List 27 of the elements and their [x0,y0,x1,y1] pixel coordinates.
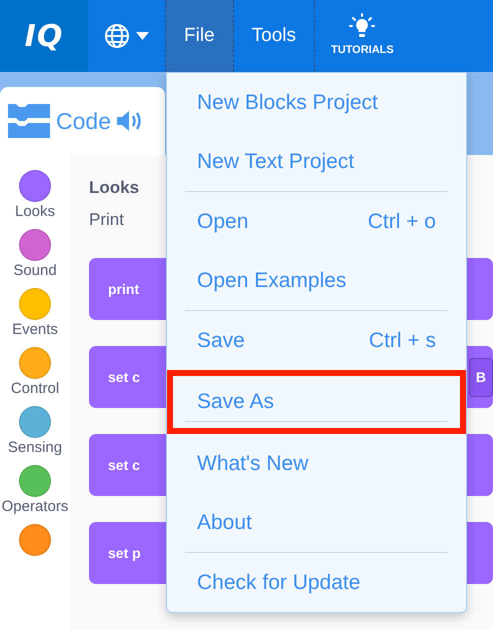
menu-item[interactable]: New Blocks Project [167,73,466,132]
globe-icon [104,23,130,49]
menu-item[interactable]: Save As [167,370,466,434]
menu-item[interactable]: Save Ctrl + s [167,310,466,370]
menu-item[interactable]: About [167,493,466,553]
category-label[interactable]: Operators [2,497,68,517]
dropdown-field[interactable]: B [468,358,493,396]
menu-item[interactable]: Check for Update [167,552,466,612]
category-label[interactable]: Sensing [8,438,62,458]
tutorials-button[interactable]: TUTORIALS [314,0,410,72]
menu-item[interactable]: Open Examples [167,251,466,311]
section-heading: Looks [89,177,140,199]
menu-tab[interactable]: File [166,0,234,72]
menu-item[interactable]: What's New [167,434,466,494]
lightbulb-icon [349,13,376,40]
blocks-icon [8,104,50,138]
caret-icon [136,32,149,40]
shortcut-label: Ctrl + s [368,328,436,354]
category-label[interactable]: Looks [14,202,56,222]
category-label[interactable]: Sound [13,261,57,281]
section-subheading: Print [89,208,124,230]
shortcut-label: Ctrl + o [368,208,436,235]
category-label[interactable]: Control [10,379,60,399]
category-label[interactable]: Events [12,320,58,340]
menu-item[interactable]: New Text Project [167,132,466,192]
code-tab[interactable]: Code [0,87,165,155]
menu-item[interactable]: Open Ctrl + o [167,192,466,252]
